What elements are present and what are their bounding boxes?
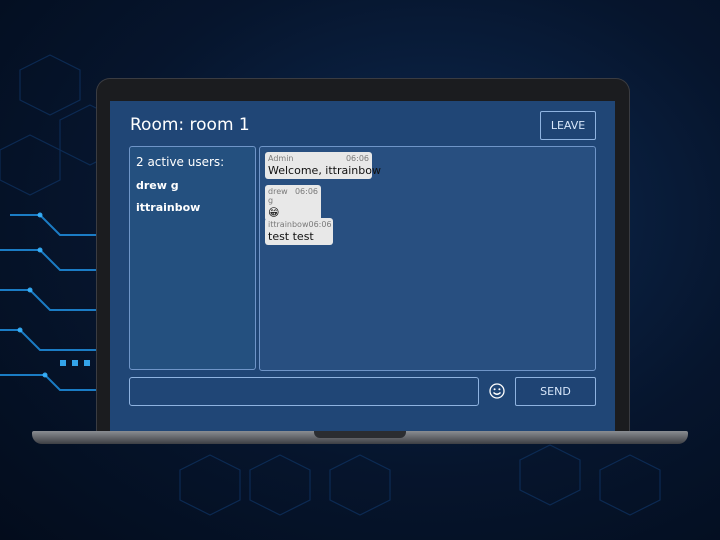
message-bubble: Admin 06:06 Welcome, ittrainbow — [265, 152, 381, 179]
user-item-drew-g: drew g — [136, 179, 179, 192]
active-users-panel: 2 active users: drew g ittrainbow — [129, 146, 256, 370]
message-author: Admin — [268, 154, 294, 163]
message-text: Welcome, ittrainbow — [268, 164, 381, 177]
messages-panel: Admin 06:06 Welcome, ittrainbow drew g 0… — [259, 146, 596, 371]
message-input[interactable] — [129, 377, 479, 406]
message-time: 06:06 — [308, 220, 332, 229]
message-bubble: ittrainbow 06:06 test test — [265, 218, 333, 245]
room-title: Room: room 1 — [130, 115, 250, 135]
user-item-ittrainbow: ittrainbow — [136, 201, 201, 214]
laptop-notch — [314, 431, 406, 438]
leave-button[interactable]: LEAVE — [540, 111, 596, 140]
message-author: drew g — [268, 187, 288, 205]
message-text: test test — [268, 230, 314, 243]
smiley-face-icon[interactable] — [488, 382, 506, 400]
message-time: 06:06 — [345, 154, 369, 163]
send-button[interactable]: SEND — [515, 377, 596, 406]
message-bubble: drew g 06:06 😁 — [265, 185, 321, 221]
message-time: 06:06 — [294, 187, 318, 196]
active-users-count: 2 active users: — [136, 155, 225, 169]
chat-app-screen: Room: room 1 LEAVE 2 active users: drew … — [110, 101, 615, 431]
message-author: ittrainbow — [268, 220, 309, 229]
